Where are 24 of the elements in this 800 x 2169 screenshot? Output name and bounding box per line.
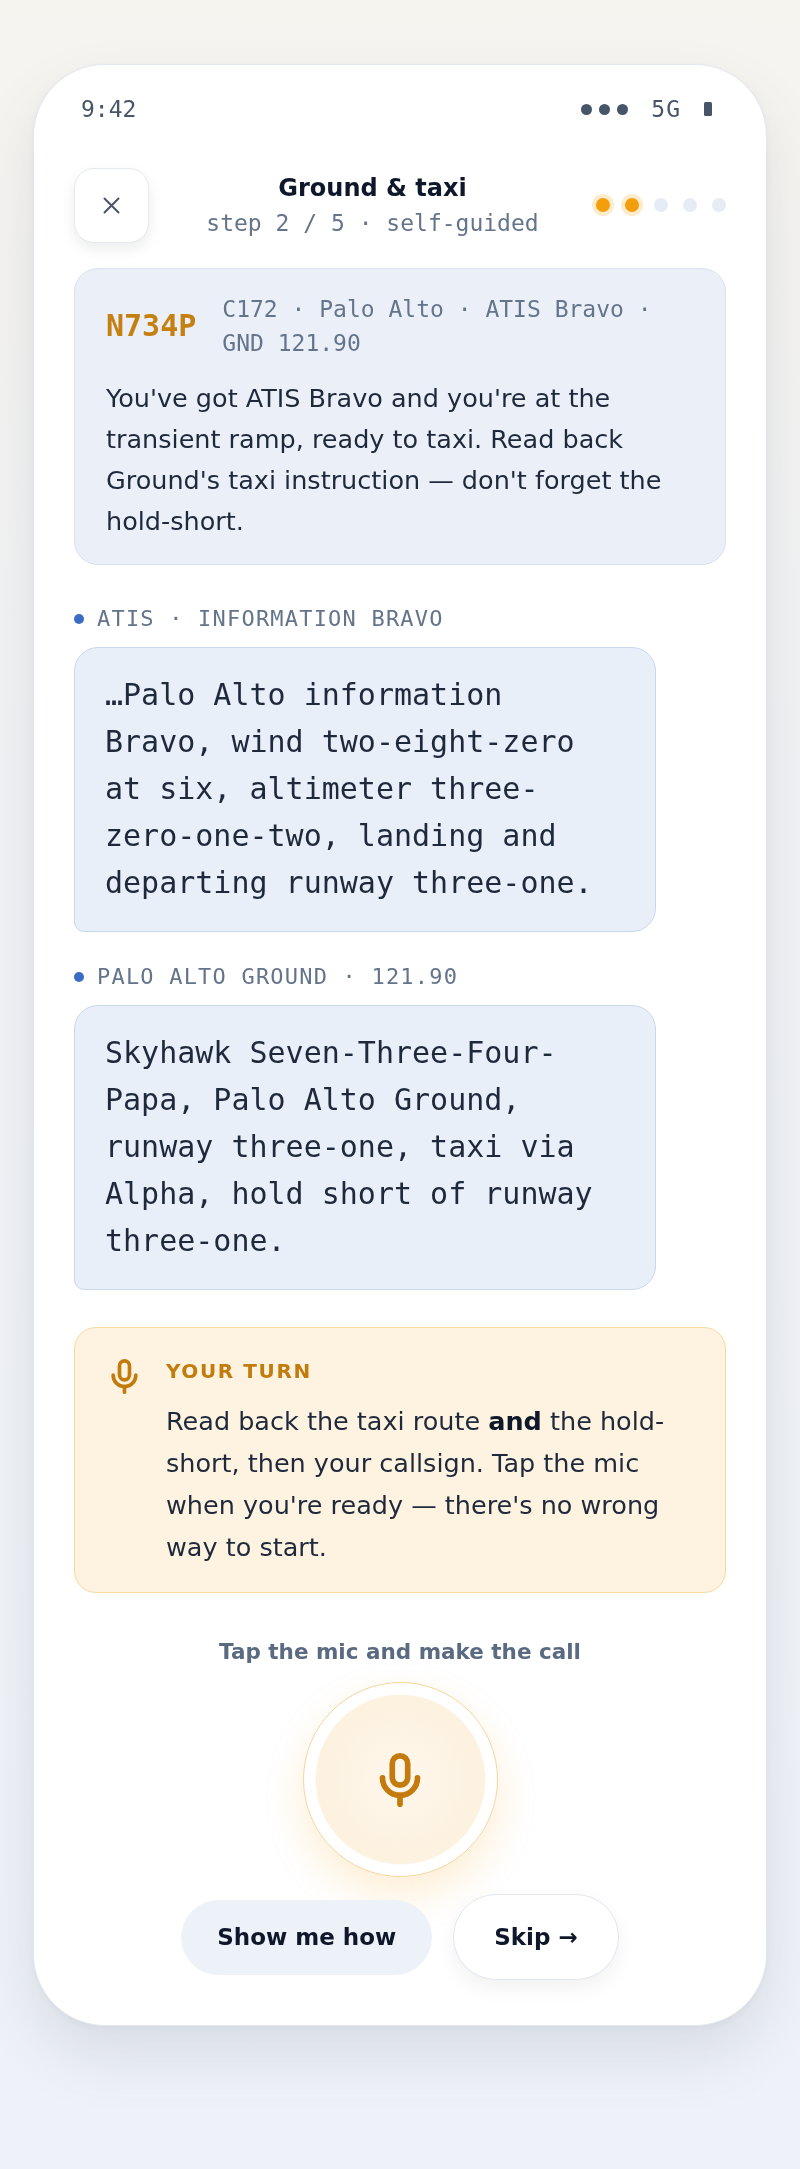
close-icon bbox=[103, 196, 120, 214]
microphone-icon bbox=[111, 1359, 138, 1394]
status-time: 9:42 bbox=[81, 95, 137, 123]
show-me-how-button[interactable]: Show me how bbox=[181, 1899, 433, 1975]
skip-button[interactable]: Skip → bbox=[453, 1894, 619, 1980]
flight-details: C172 · Palo Alto · ATIS Bravo · GND 121.90 bbox=[222, 295, 653, 358]
close-button[interactable] bbox=[74, 167, 149, 243]
step-subtitle: step 2 / 5 · self-guided bbox=[206, 209, 539, 238]
briefing-text: You've got ATIS Bravo and you're at the transient ramp, ready to taxi. Read back Ground's taxi instruction — don't forget the hold-short. bbox=[106, 382, 663, 538]
signal-icon bbox=[581, 103, 629, 115]
source-label: PALO ALTO GROUND · 121.90 bbox=[97, 965, 459, 989]
record-hint: Tap the mic and make the call bbox=[219, 1638, 581, 1666]
radio-message-bubble: …Palo Alto information Bravo, wind two-eight-zero at six, altimeter three-zero-one-two, landing and departing runway three-one. bbox=[74, 647, 656, 932]
screen-title: Ground & taxi bbox=[278, 173, 467, 204]
callsign: N734P bbox=[106, 308, 197, 344]
battery-icon bbox=[704, 102, 712, 116]
network-label: 5G bbox=[651, 95, 681, 123]
your-turn-heading: YOUR TURN bbox=[166, 1359, 312, 1383]
dot-icon bbox=[74, 972, 84, 982]
source-label: ATIS · INFORMATION BRAVO bbox=[97, 607, 444, 631]
radio-message-bubble: Skyhawk Seven-Three-Four-Papa, Palo Alto Ground, runway three-one, taxi via Alpha, hold short of runway three-one. bbox=[74, 1005, 656, 1290]
dot-icon bbox=[74, 614, 84, 624]
your-turn-text: Read back the taxi route and the hold-short, then your callsign. Tap the mic when you're ready — there's no wrong way to start. bbox=[166, 1405, 666, 1564]
microphone-icon bbox=[379, 1752, 421, 1807]
